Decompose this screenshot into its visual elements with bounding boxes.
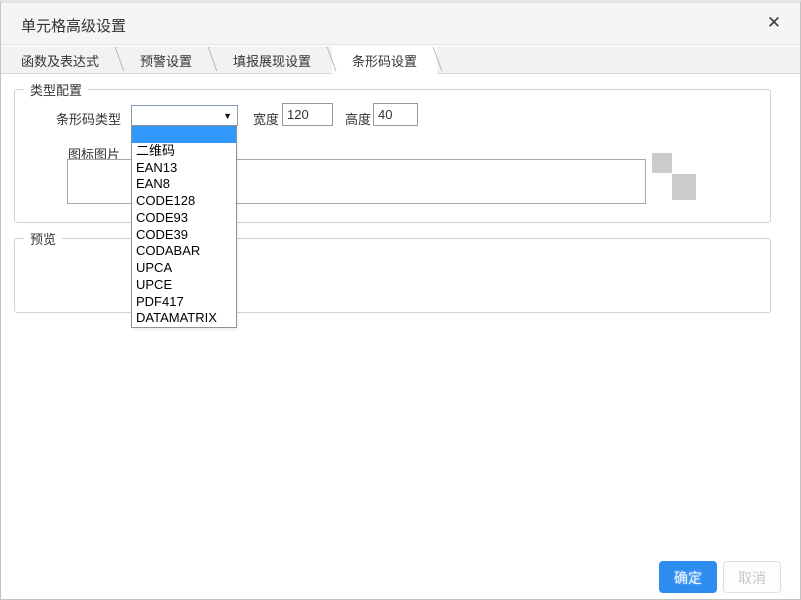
tab-label: 函数及表达式 xyxy=(21,53,100,69)
width-label: 宽度 xyxy=(253,112,280,127)
dropdown-option-upce[interactable]: UPCE xyxy=(132,277,236,294)
barcode-type-select[interactable]: ▼ xyxy=(131,105,238,126)
dropdown-option-upca[interactable]: UPCA xyxy=(132,260,236,277)
checker-square xyxy=(652,153,672,173)
dropdown-option-ean13[interactable]: EAN13 xyxy=(132,160,236,177)
type-config-legend: 类型配置 xyxy=(30,83,83,98)
dropdown-option-codabar[interactable]: CODABAR xyxy=(132,243,236,260)
ok-button[interactable]: 确定 xyxy=(659,561,717,593)
height-label: 高度 xyxy=(345,112,372,127)
dialog-titlebar: 单元格高级设置 ✕ xyxy=(1,3,800,45)
barcode-type-label: 条形码类型 xyxy=(56,112,122,127)
width-input[interactable] xyxy=(282,103,333,126)
dropdown-option-code128[interactable]: CODE128 xyxy=(132,193,236,210)
settings-tabbar: 函数及表达式 预警设置 填报展现设置 条形码设置 xyxy=(1,46,800,75)
height-input[interactable] xyxy=(373,103,418,126)
transparency-checker-icon xyxy=(652,153,697,200)
dropdown-option-empty[interactable] xyxy=(132,126,236,143)
dropdown-option-ean8[interactable]: EAN8 xyxy=(132,176,236,193)
barcode-type-dropdown-list: 二维码 EAN13 EAN8 CODE128 CODE93 CODE39 COD… xyxy=(131,125,237,328)
chevron-down-icon: ▼ xyxy=(223,111,232,121)
tab-alert-settings[interactable]: 预警设置 xyxy=(120,46,212,74)
preview-group: 预览 xyxy=(14,229,771,313)
preview-legend: 预览 xyxy=(30,232,57,247)
checker-square xyxy=(672,174,696,200)
dropdown-option-code39[interactable]: CODE39 xyxy=(132,227,236,244)
dropdown-option-code93[interactable]: CODE93 xyxy=(132,210,236,227)
cancel-button[interactable]: 取消 xyxy=(723,561,781,593)
tab-fill-display-settings[interactable]: 填报展现设置 xyxy=(213,46,331,74)
tab-label: 填报展现设置 xyxy=(233,53,312,69)
close-icon[interactable]: ✕ xyxy=(763,12,785,34)
tab-label: 预警设置 xyxy=(140,53,193,69)
cell-advanced-settings-dialog: 单元格高级设置 ✕ 函数及表达式 预警设置 填报展现设置 条形码设置 类型配置 … xyxy=(0,0,801,600)
dropdown-option-pdf417[interactable]: PDF417 xyxy=(132,294,236,311)
dropdown-option-qrcode[interactable]: 二维码 xyxy=(132,143,236,160)
tab-barcode-settings[interactable]: 条形码设置 xyxy=(332,46,438,75)
tab-label: 条形码设置 xyxy=(352,54,418,69)
tab-functions-expressions[interactable]: 函数及表达式 xyxy=(1,46,119,74)
dropdown-option-datamatrix[interactable]: DATAMATRIX xyxy=(132,310,236,327)
dialog-title: 单元格高级设置 xyxy=(21,18,127,35)
